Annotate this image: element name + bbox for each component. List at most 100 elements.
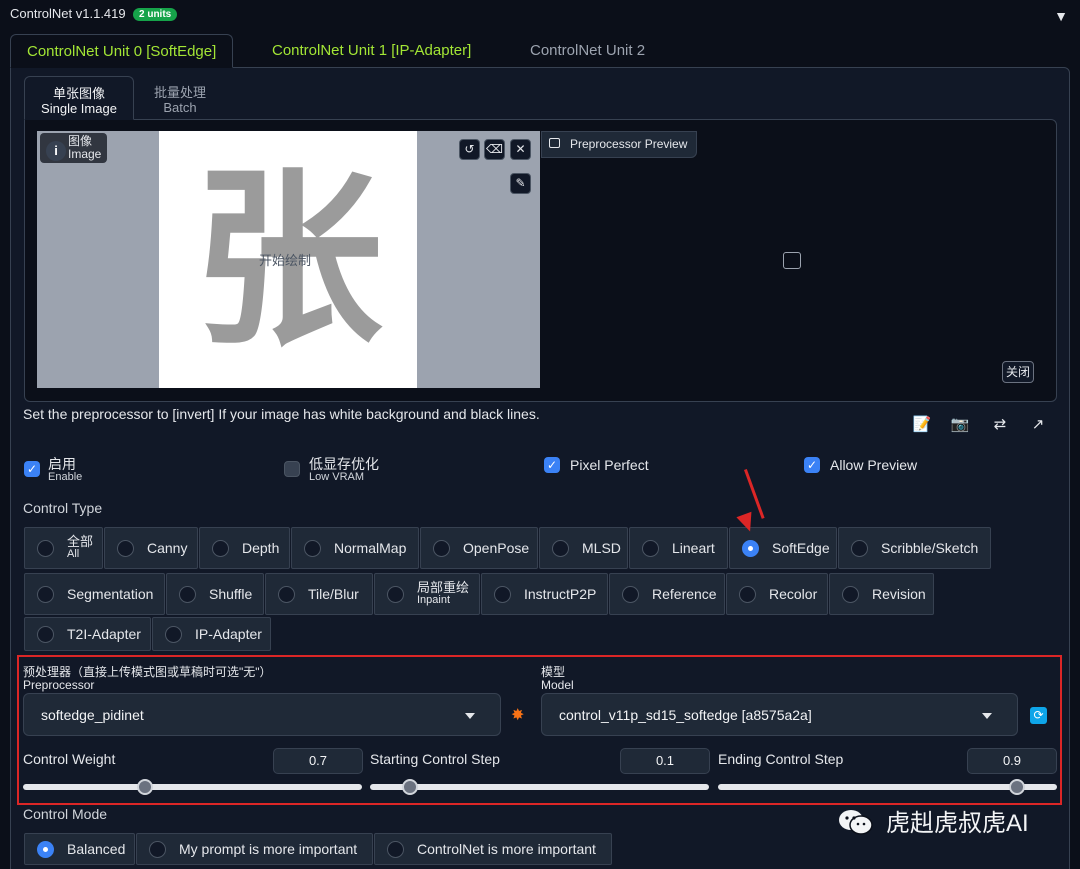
control-type-ip-adapter[interactable]: IP-Adapter xyxy=(152,617,271,651)
control-weight-thumb[interactable] xyxy=(137,779,153,795)
lineart-label: Lineart xyxy=(672,540,715,556)
radio-dot-selected xyxy=(37,840,54,858)
tab-unit-0[interactable]: ControlNet Unit 0 [SoftEdge] xyxy=(10,34,234,68)
swap-icon[interactable]: ⇄ xyxy=(990,415,1010,435)
shuffle-label: Shuffle xyxy=(209,586,253,602)
model-dropdown[interactable]: control_v11p_sd15_softedge [a8575a2a] xyxy=(541,693,1018,736)
radio-dot xyxy=(433,539,450,557)
control-type-shuffle[interactable]: Shuffle xyxy=(166,573,264,615)
mode-prompt-important[interactable]: My prompt is more important xyxy=(136,833,373,865)
mode-balanced[interactable]: Balanced xyxy=(24,833,135,865)
segmentation-label: Segmentation xyxy=(67,586,154,602)
radio-dot-selected xyxy=(742,539,759,557)
radio-dot xyxy=(387,840,404,858)
control-type-tile[interactable]: Tile/Blur xyxy=(265,573,373,615)
normalmap-label: NormalMap xyxy=(334,540,407,556)
preprocessor-label: 预处理器（直接上传模式图或草稿时可选"无"） Preprocessor xyxy=(23,666,272,692)
balanced-label: Balanced xyxy=(67,841,126,857)
invert-hint: Set the preprocessor to [invert] If your… xyxy=(23,406,540,422)
image-icon xyxy=(549,138,560,148)
control-type-scribble[interactable]: Scribble/Sketch xyxy=(838,527,991,569)
all-en: All xyxy=(67,548,80,560)
close-icon[interactable]: ✕ xyxy=(510,139,531,160)
control-type-depth[interactable]: Depth xyxy=(199,527,290,569)
depth-label: Depth xyxy=(242,540,280,556)
preprocessor-value: softedge_pidinet xyxy=(41,707,144,723)
ending-step-label: Ending Control Step xyxy=(718,751,844,767)
start-drawing-text: 开始绘制 xyxy=(259,253,312,268)
control-type-openpose[interactable]: OpenPose xyxy=(420,527,538,569)
pixel-perfect-checkbox[interactable]: ✓ xyxy=(544,457,560,473)
enable-checkbox[interactable]: ✓ xyxy=(24,461,40,477)
model-label-en: Model xyxy=(541,678,574,692)
control-type-instructp2p[interactable]: InstructP2P xyxy=(481,573,608,615)
control-type-softedge[interactable]: SoftEdge xyxy=(729,527,837,569)
ending-step-slider[interactable] xyxy=(718,784,1057,790)
control-type-lineart[interactable]: Lineart xyxy=(629,527,728,569)
radio-dot xyxy=(212,539,229,557)
control-type-recolor[interactable]: Recolor xyxy=(726,573,828,615)
run-preprocessor-icon[interactable]: ✸ xyxy=(511,705,524,725)
scribble-label: Scribble/Sketch xyxy=(881,540,979,556)
ending-step-thumb[interactable] xyxy=(1009,779,1025,795)
radio-dot xyxy=(739,585,756,603)
tab-unit-2[interactable]: ControlNet Unit 2 xyxy=(514,34,661,68)
close-preview-button[interactable]: 关闭 xyxy=(1002,361,1034,383)
control-type-all[interactable]: 全部 All xyxy=(24,527,103,569)
control-type-mlsd[interactable]: MLSD xyxy=(539,527,628,569)
control-type-revision[interactable]: Revision xyxy=(829,573,934,615)
reference-label: Reference xyxy=(652,586,717,602)
tab-unit-1[interactable]: ControlNet Unit 1 [IP-Adapter] xyxy=(256,34,487,68)
undo-icon[interactable]: ↺ xyxy=(459,139,480,160)
brush-icon[interactable]: ✎ xyxy=(510,173,531,194)
radio-dot xyxy=(622,585,639,603)
canny-label: Canny xyxy=(147,540,188,556)
radio-dot xyxy=(278,585,295,603)
enable-label-en: Enable xyxy=(48,471,83,483)
image-canvas[interactable]: 张 开始绘制 xyxy=(37,131,540,388)
all-zh: 全部 xyxy=(67,534,94,549)
eraser-icon[interactable]: ⌫ xyxy=(484,139,505,160)
image-placeholder-icon xyxy=(783,252,801,269)
tab-batch-zh: 批量处理 xyxy=(153,85,206,100)
control-type-canny[interactable]: Canny xyxy=(104,527,198,569)
control-type-inpaint[interactable]: 局部重绘 Inpaint xyxy=(374,573,480,615)
openpose-label: OpenPose xyxy=(463,540,530,556)
control-type-reference[interactable]: Reference xyxy=(609,573,725,615)
instructp2p-label: InstructP2P xyxy=(524,586,597,602)
control-weight-input[interactable]: 0.7 xyxy=(273,748,363,774)
control-type-normalmap[interactable]: NormalMap xyxy=(291,527,419,569)
control-type-segmentation[interactable]: Segmentation xyxy=(24,573,165,615)
refresh-icon[interactable]: ⟳ xyxy=(1030,707,1047,724)
edit-icon[interactable]: 📝 xyxy=(912,415,932,435)
info-icon[interactable]: i xyxy=(46,141,66,161)
pixel-perfect-label: Pixel Perfect xyxy=(570,457,649,473)
ending-step-input[interactable]: 0.9 xyxy=(967,748,1057,774)
recolor-label: Recolor xyxy=(769,586,818,602)
tab-batch[interactable]: 批量处理 Batch xyxy=(140,76,220,120)
starting-step-slider[interactable] xyxy=(370,784,709,790)
starting-step-thumb[interactable] xyxy=(402,779,418,795)
control-type-t2i-adapter[interactable]: T2I-Adapter xyxy=(24,617,151,651)
radio-dot xyxy=(387,585,404,603)
starting-step-input[interactable]: 0.1 xyxy=(620,748,710,774)
tab-single-image[interactable]: 单张图像 Single Image xyxy=(24,76,134,120)
panel-title: ControlNet v1.1.419 xyxy=(10,6,126,21)
prompt-important-label: My prompt is more important xyxy=(179,841,358,857)
low-vram-label: 低显存优化 Low VRAM xyxy=(309,457,379,483)
camera-icon[interactable]: 📷 xyxy=(950,415,970,435)
collapse-triangle-icon[interactable]: ▼ xyxy=(1054,8,1068,24)
softedge-label: SoftEdge xyxy=(772,540,830,556)
control-weight-slider[interactable] xyxy=(23,784,362,790)
control-type-label: Control Type xyxy=(23,500,103,516)
low-vram-checkbox[interactable] xyxy=(284,461,300,477)
preprocessor-dropdown[interactable]: softedge_pidinet xyxy=(23,693,501,736)
send-dimensions-icon[interactable]: ↗ xyxy=(1028,415,1048,435)
preprocessor-preview-button[interactable]: Preprocessor Preview xyxy=(541,131,698,158)
starting-step-label: Starting Control Step xyxy=(370,751,500,767)
radio-dot xyxy=(165,625,182,643)
ip-adapter-label: IP-Adapter xyxy=(195,626,262,642)
mode-controlnet-important[interactable]: ControlNet is more important xyxy=(374,833,612,865)
allow-preview-checkbox[interactable]: ✓ xyxy=(804,457,820,473)
control-weight-label: Control Weight xyxy=(23,751,116,767)
